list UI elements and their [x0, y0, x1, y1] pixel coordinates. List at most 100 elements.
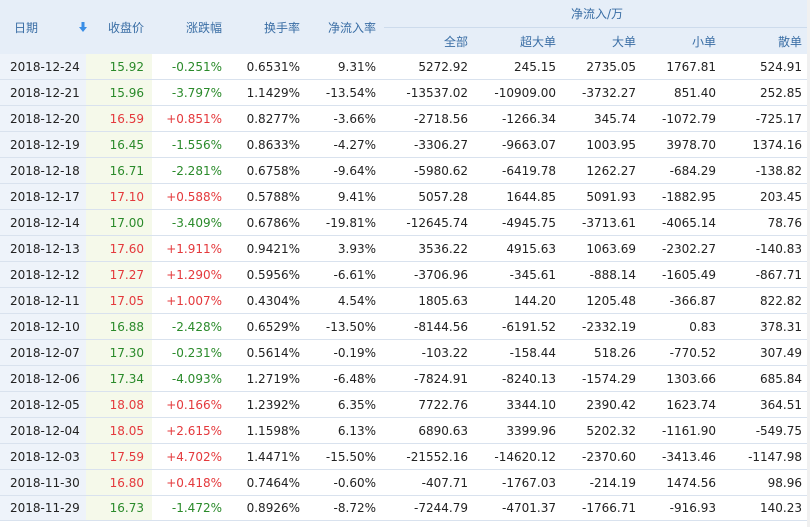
cell-date: 2018-12-19 [0, 131, 86, 158]
table-row[interactable]: 2018-12-24 15.92 -0.251% 0.6531% 9.31% 5272.9… [0, 54, 810, 80]
cell-change-pct: +1.290% [152, 261, 230, 288]
cell-net-small: 1303.66 [644, 365, 724, 392]
cell-close-price: 16.80 [86, 469, 152, 496]
cell-net-small: -1072.79 [644, 105, 724, 132]
cell-inflow-rate: -0.60% [308, 469, 384, 496]
fund-flow-table-panel: 日期 收盘价 涨跌幅 换手率 净流入率 净流入/万 全部 超大单 大单 小单 散… [0, 0, 810, 527]
cell-inflow-rate: 6.13% [308, 417, 384, 444]
cell-net-super-large: 4915.63 [476, 235, 564, 262]
cell-change-pct: +0.166% [152, 391, 230, 418]
header-super-large[interactable]: 超大单 [476, 27, 564, 54]
cell-turnover: 1.4471% [230, 443, 308, 470]
fund-flow-table: 日期 收盘价 涨跌幅 换手率 净流入率 净流入/万 全部 超大单 大单 小单 散… [0, 0, 810, 521]
cell-turnover: 0.6529% [230, 313, 308, 340]
cell-inflow-rate: -9.64% [308, 157, 384, 184]
table-row[interactable]: 2018-12-05 18.08 +0.166% 1.2392% 6.35% 7722.7… [0, 391, 810, 418]
cell-close-price: 17.10 [86, 183, 152, 210]
cell-net-all: 5272.92 [384, 54, 476, 80]
cell-net-retail: -1147.98 [724, 443, 810, 470]
table-row[interactable]: 2018-12-20 16.59 +0.851% 0.8277% -3.66% -2718… [0, 105, 810, 132]
cell-net-super-large: 3344.10 [476, 391, 564, 418]
cell-inflow-rate: -15.50% [308, 443, 384, 470]
cell-net-super-large: -4945.75 [476, 209, 564, 236]
cell-turnover: 0.6758% [230, 157, 308, 184]
cell-inflow-rate: 4.54% [308, 287, 384, 314]
cell-net-all: -407.71 [384, 469, 476, 496]
table-row[interactable]: 2018-12-19 16.45 -1.556% 0.8633% -4.27% -3306… [0, 131, 810, 158]
table-row[interactable]: 2018-12-07 17.30 -0.231% 0.5614% -0.19% -103.… [0, 339, 810, 366]
table-row[interactable]: 2018-12-03 17.59 +4.702% 1.4471% -15.50% -215… [0, 443, 810, 470]
header-all[interactable]: 全部 [384, 27, 476, 54]
header-close-price[interactable]: 收盘价 [86, 0, 152, 54]
header-large[interactable]: 大单 [564, 27, 644, 54]
cell-date: 2018-12-14 [0, 209, 86, 236]
table-row[interactable]: 2018-12-13 17.60 +1.911% 0.9421% 3.93% 3536.2… [0, 235, 810, 262]
header-change-pct[interactable]: 涨跌幅 [152, 0, 230, 54]
cell-net-small: -916.93 [644, 495, 724, 521]
cell-date: 2018-12-05 [0, 391, 86, 418]
cell-date: 2018-12-21 [0, 79, 86, 106]
cell-net-small: -3413.46 [644, 443, 724, 470]
cell-net-all: 3536.22 [384, 235, 476, 262]
cell-net-super-large: 3399.96 [476, 417, 564, 444]
table-row[interactable]: 2018-12-17 17.10 +0.588% 0.5788% 9.41% 5057.2… [0, 183, 810, 210]
table-row[interactable]: 2018-12-04 18.05 +2.615% 1.1598% 6.13% 6890.6… [0, 417, 810, 444]
cell-net-retail: -867.71 [724, 261, 810, 288]
cell-net-retail: 140.23 [724, 495, 810, 521]
table-row[interactable]: 2018-12-14 17.00 -3.409% 0.6786% -19.81% -126… [0, 209, 810, 236]
cell-net-retail: 78.76 [724, 209, 810, 236]
cell-inflow-rate: -3.66% [308, 105, 384, 132]
cell-net-small: -1882.95 [644, 183, 724, 210]
table-row[interactable]: 2018-12-12 17.27 +1.290% 0.5956% -6.61% -3706… [0, 261, 810, 288]
cell-net-small: -1161.90 [644, 417, 724, 444]
cell-date: 2018-12-13 [0, 235, 86, 262]
header-inflow-rate[interactable]: 净流入率 [308, 0, 384, 54]
cell-turnover: 0.5614% [230, 339, 308, 366]
header-date[interactable]: 日期 [0, 0, 88, 54]
table-row[interactable]: 2018-11-29 16.73 -1.472% 0.8926% -8.72% -7244… [0, 495, 810, 521]
cell-close-price: 18.05 [86, 417, 152, 444]
cell-net-all: 5057.28 [384, 183, 476, 210]
cell-inflow-rate: -4.27% [308, 131, 384, 158]
cell-turnover: 1.1598% [230, 417, 308, 444]
cell-net-all: -103.22 [384, 339, 476, 366]
cell-inflow-rate: -6.48% [308, 365, 384, 392]
cell-net-small: -684.29 [644, 157, 724, 184]
table-row[interactable]: 2018-12-10 16.88 -2.428% 0.6529% -13.50% -814… [0, 313, 810, 340]
cell-date: 2018-11-30 [0, 469, 86, 496]
cell-net-super-large: -1767.03 [476, 469, 564, 496]
table-row[interactable]: 2018-12-18 16.71 -2.281% 0.6758% -9.64% -5980… [0, 157, 810, 184]
header-retail[interactable]: 散单 [724, 27, 810, 54]
header-net-inflow-group: 净流入/万 [384, 0, 810, 28]
cell-net-retail: -549.75 [724, 417, 810, 444]
cell-net-large: -1574.29 [564, 365, 644, 392]
cell-net-small: -770.52 [644, 339, 724, 366]
cell-net-large: 345.74 [564, 105, 644, 132]
table-row[interactable]: 2018-11-30 16.80 +0.418% 0.7464% -0.60% -407.… [0, 469, 810, 496]
table-row[interactable]: 2018-12-11 17.05 +1.007% 0.4304% 4.54% 1805.6… [0, 287, 810, 314]
cell-net-super-large: -6191.52 [476, 313, 564, 340]
cell-net-small: 1767.81 [644, 54, 724, 80]
header-turnover[interactable]: 换手率 [230, 0, 308, 54]
cell-change-pct: +0.588% [152, 183, 230, 210]
cell-net-large: 2390.42 [564, 391, 644, 418]
cell-net-retail: 203.45 [724, 183, 810, 210]
table-row[interactable]: 2018-12-21 15.96 -3.797% 1.1429% -13.54% -135… [0, 79, 810, 106]
arrow-down-icon[interactable] [78, 21, 88, 33]
header-small[interactable]: 小单 [644, 27, 724, 54]
table-row[interactable]: 2018-12-06 17.34 -4.093% 1.2719% -6.48% -7824… [0, 365, 810, 392]
cell-net-large: -1766.71 [564, 495, 644, 521]
cell-change-pct: -3.797% [152, 79, 230, 106]
cell-date: 2018-12-07 [0, 339, 86, 366]
cell-net-small: 1474.56 [644, 469, 724, 496]
cell-turnover: 0.6786% [230, 209, 308, 236]
cell-change-pct: -3.409% [152, 209, 230, 236]
cell-turnover: 0.5788% [230, 183, 308, 210]
cell-net-all: 6890.63 [384, 417, 476, 444]
cell-net-all: -13537.02 [384, 79, 476, 106]
cell-inflow-rate: -19.81% [308, 209, 384, 236]
cell-inflow-rate: 6.35% [308, 391, 384, 418]
cell-net-all: 1805.63 [384, 287, 476, 314]
cell-net-small: -2302.27 [644, 235, 724, 262]
cell-net-retail: 1374.16 [724, 131, 810, 158]
